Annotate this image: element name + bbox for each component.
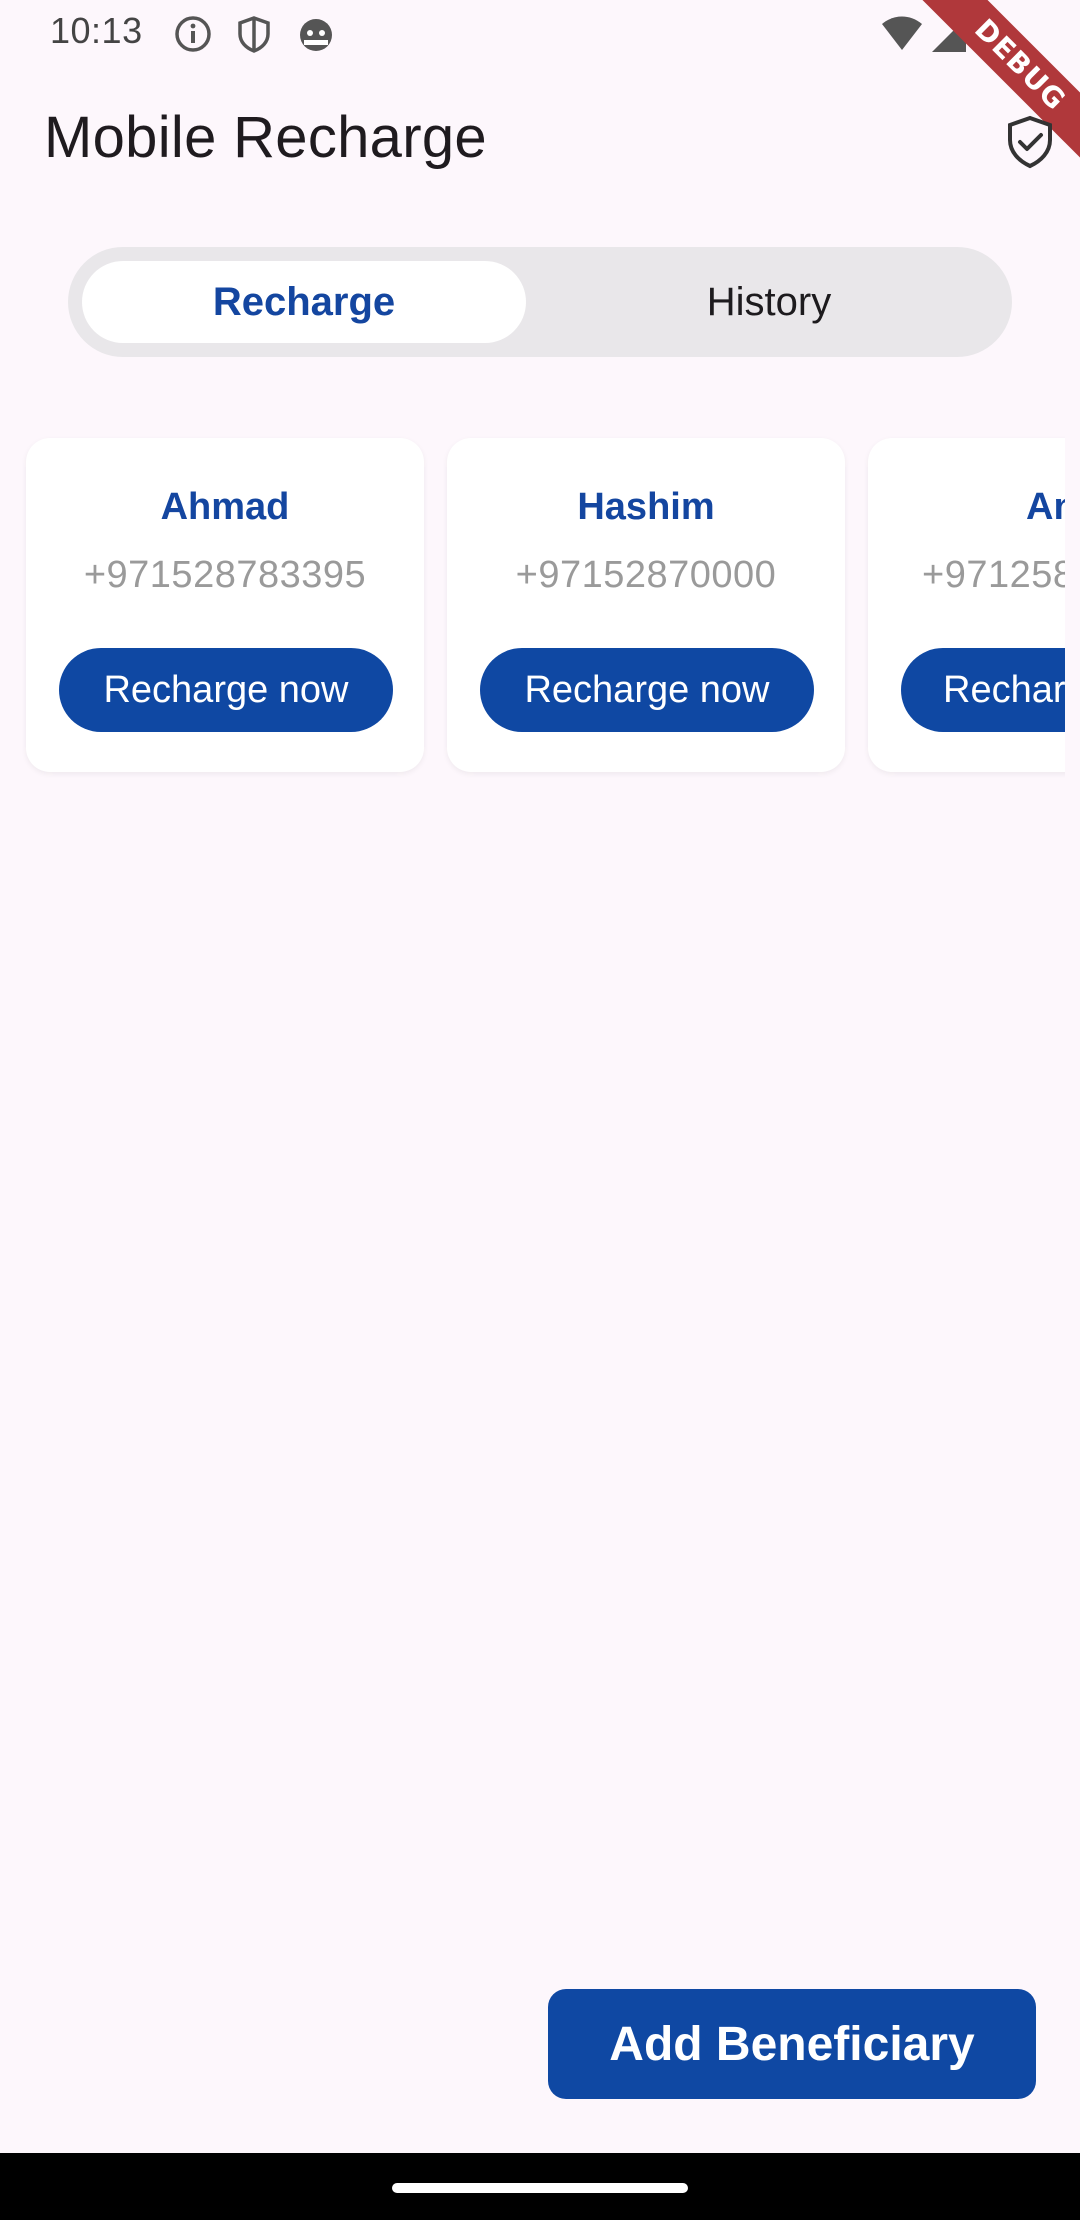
- beneficiary-name: An: [1026, 486, 1065, 528]
- beneficiary-phone: +9712585: [922, 554, 1065, 596]
- page-title: Mobile Recharge: [44, 105, 487, 170]
- status-bar: 10:13: [0, 0, 1080, 66]
- beneficiary-phone: +971528783395: [83, 554, 367, 596]
- home-gesture-handle[interactable]: [392, 2183, 688, 2193]
- wifi-icon: [882, 16, 922, 50]
- status-time: 10:13: [50, 10, 143, 51]
- beneficiary-list[interactable]: Ahmad +971528783395 Recharge now Hashim …: [0, 430, 1065, 800]
- add-beneficiary-button[interactable]: Add Beneficiary: [548, 1989, 1036, 2099]
- android-icon: [300, 19, 332, 51]
- signal-icon: [932, 18, 966, 52]
- tab-recharge[interactable]: Recharge: [82, 261, 526, 343]
- beneficiary-card: Ahmad +971528783395 Recharge now: [26, 438, 424, 772]
- beneficiary-name: Ahmad: [160, 486, 290, 528]
- beneficiary-phone: +97152870000: [515, 554, 777, 596]
- beneficiary-card: An +9712585 Recharge now: [868, 438, 1065, 772]
- recharge-now-button[interactable]: Recharge now: [59, 648, 393, 732]
- recharge-now-button[interactable]: Recharge now: [480, 648, 814, 732]
- recharge-now-button[interactable]: Recharge now: [901, 648, 1065, 732]
- navigation-bar: [0, 2153, 1080, 2220]
- tab-history[interactable]: History: [540, 261, 998, 343]
- beneficiary-card: Hashim +97152870000 Recharge now: [447, 438, 845, 772]
- info-icon: [175, 16, 211, 52]
- shield-icon: [238, 16, 270, 53]
- tab-bar: Recharge History: [68, 247, 1012, 357]
- battery-icon: [983, 14, 1003, 52]
- shield-check-icon[interactable]: [1000, 112, 1060, 172]
- beneficiary-name: Hashim: [577, 486, 715, 528]
